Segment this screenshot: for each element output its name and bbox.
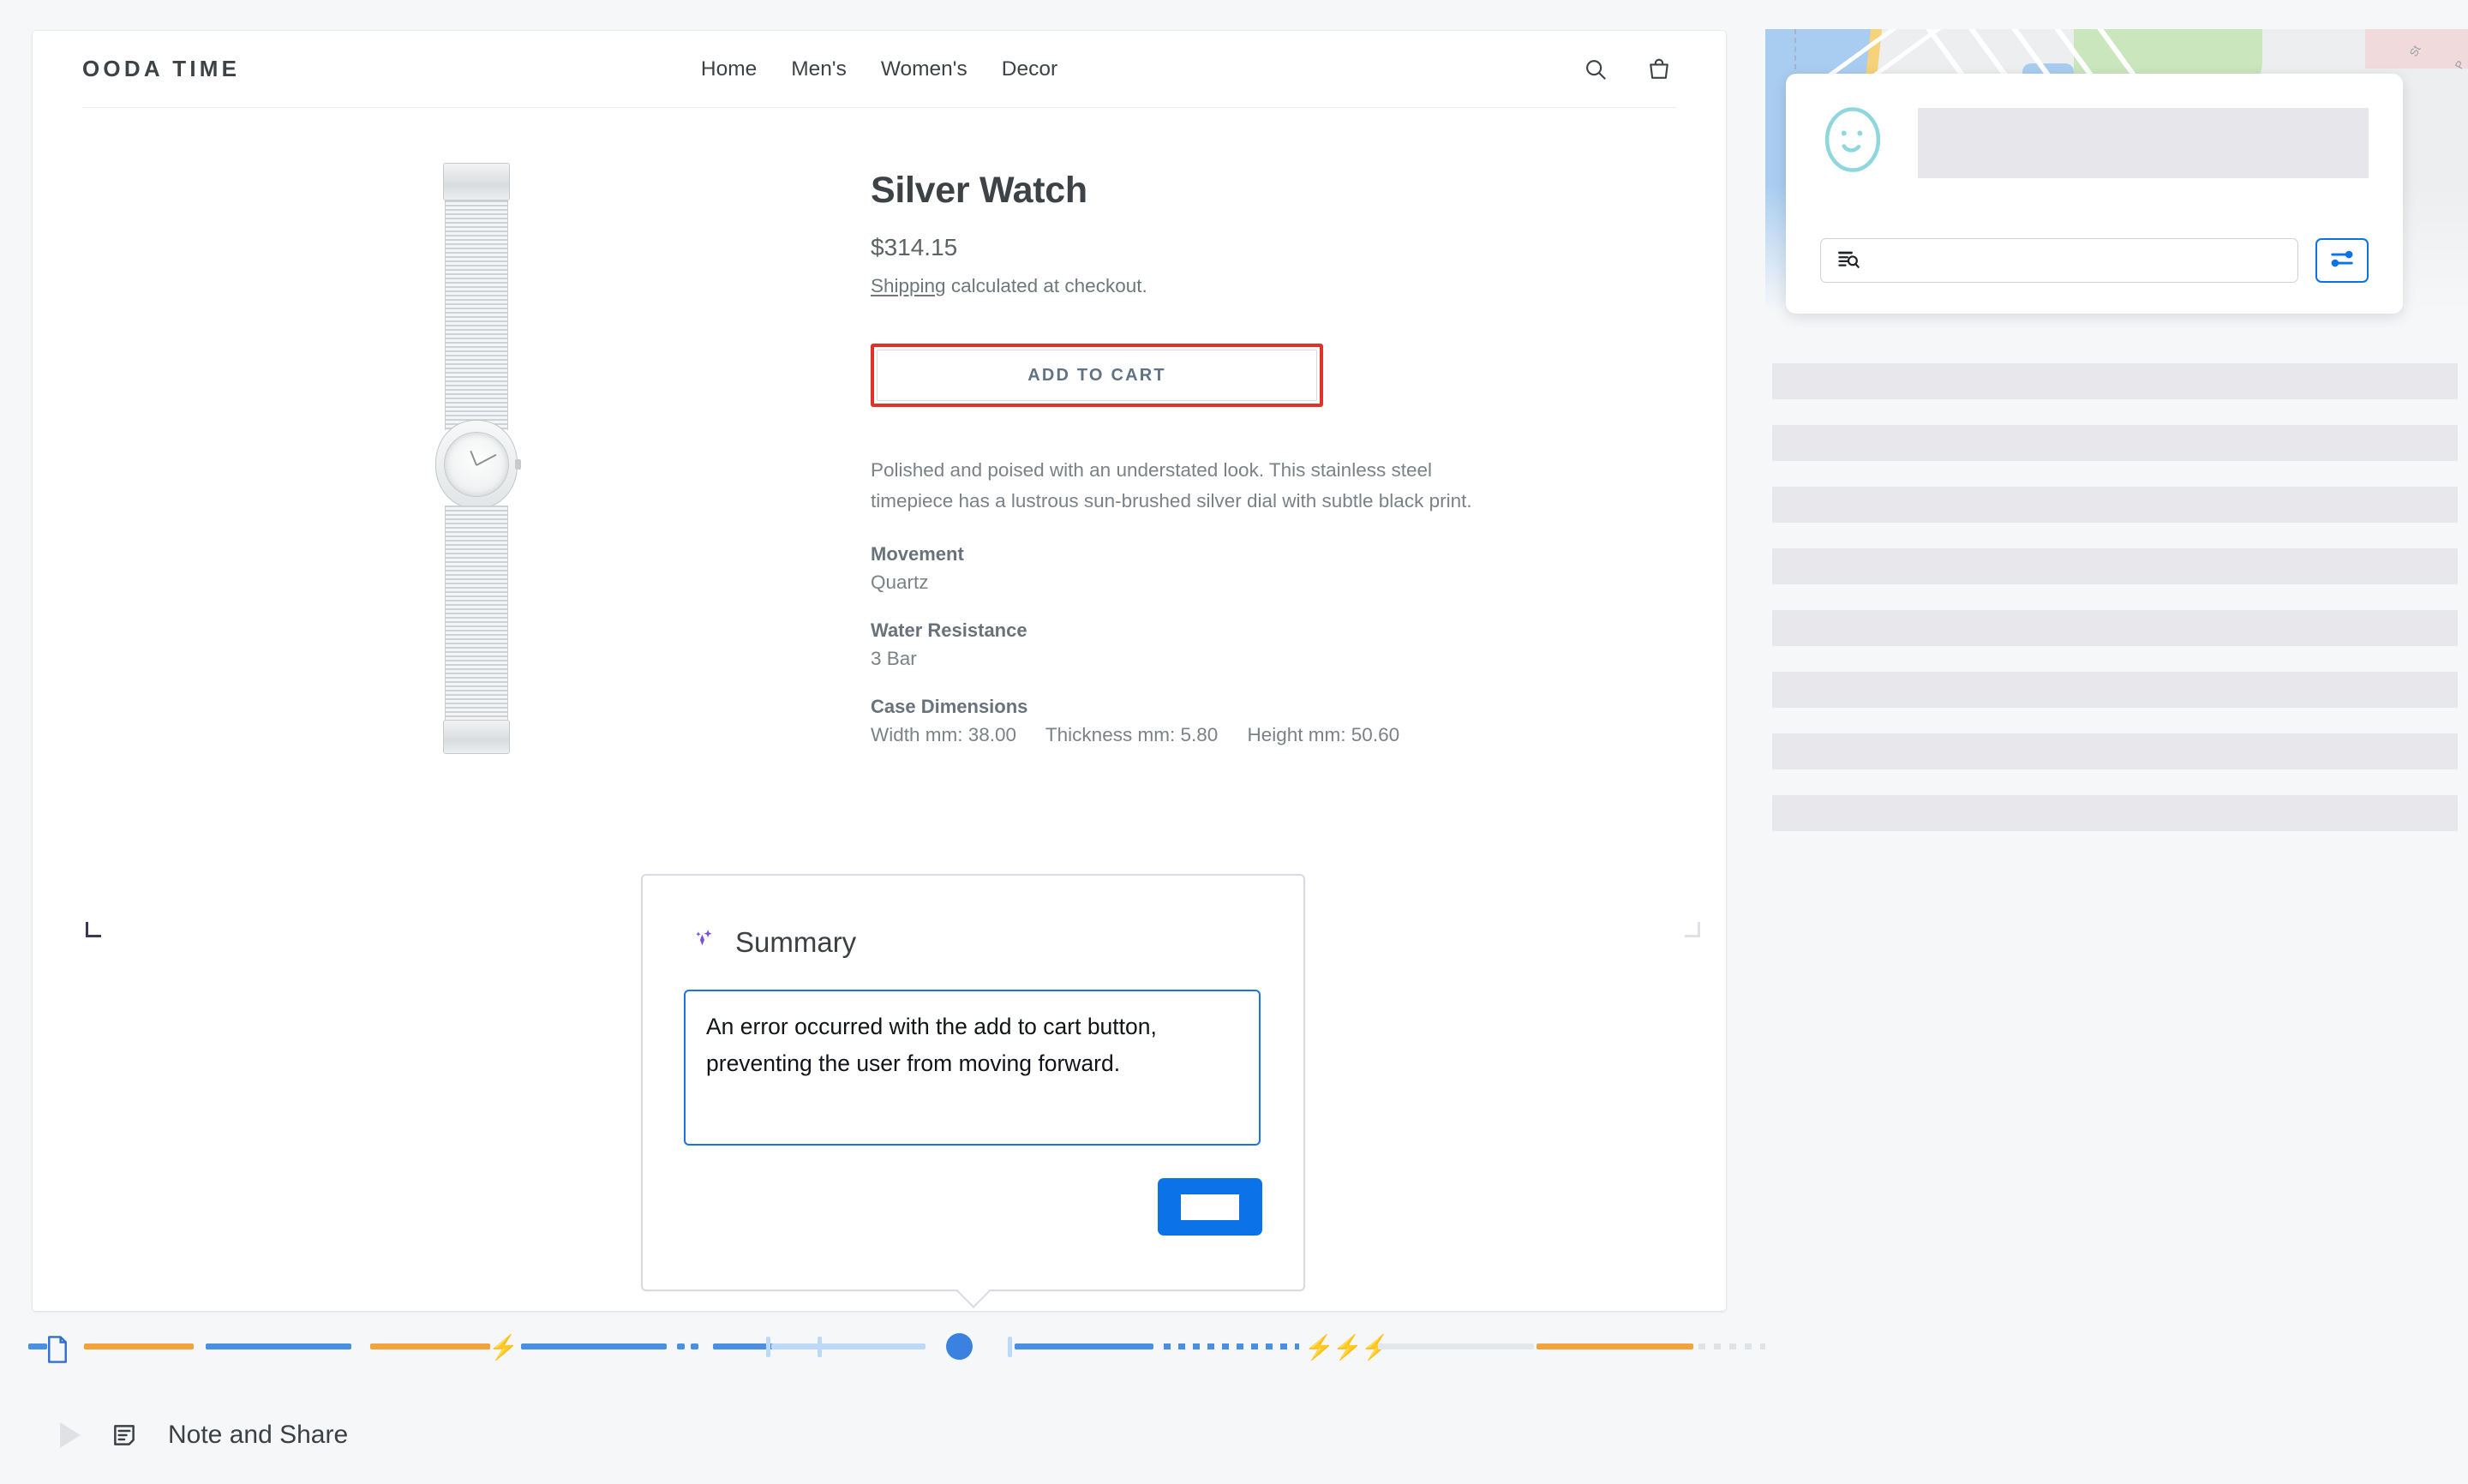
spec-value: Quartz xyxy=(871,571,1642,594)
search-icon[interactable] xyxy=(1578,52,1613,87)
list-item[interactable] xyxy=(1772,733,2458,769)
selection-corner-marker-right xyxy=(1685,922,1700,937)
nav-item-mens[interactable]: Men's xyxy=(791,57,847,81)
filter-sliders-icon xyxy=(2329,246,2355,276)
spec-value: Width mm: 38.00 Thickness mm: 5.80 Heigh… xyxy=(871,724,1642,746)
redacted-button-label xyxy=(1181,1194,1239,1220)
lightning-bolt-icon[interactable]: ⚡ xyxy=(1304,1336,1334,1360)
timeline-tick xyxy=(1008,1337,1012,1357)
timeline-segment[interactable] xyxy=(206,1343,351,1349)
header-actions xyxy=(1578,52,1676,87)
summary-header: Summary xyxy=(643,876,1303,959)
timeline-dotted-segment[interactable] xyxy=(1164,1343,1299,1349)
shipping-note: Shipping calculated at checkout. xyxy=(871,275,1642,297)
nav-item-home[interactable]: Home xyxy=(701,57,757,81)
filter-sliders-button[interactable] xyxy=(2315,238,2369,283)
redacted-panel-title xyxy=(1918,108,2369,178)
main-navigation: Home Men's Women's Decor xyxy=(701,57,1057,81)
product-price: $314.15 xyxy=(871,234,1642,261)
lightning-bolt-icon[interactable]: ⚡ xyxy=(1333,1336,1363,1360)
list-item[interactable] xyxy=(1772,363,2458,399)
selection-corner-marker-left xyxy=(86,922,101,937)
timeline-segment[interactable] xyxy=(84,1343,194,1349)
play-triangle-icon[interactable] xyxy=(60,1422,81,1448)
session-timeline[interactable]: ⚡ ⚡ ⚡ ⚡ xyxy=(0,1325,1765,1367)
dimension-width: Width mm: 38.00 xyxy=(871,724,1016,745)
dimension-thickness: Thickness mm: 5.80 xyxy=(1045,724,1218,745)
timeline-segment[interactable] xyxy=(677,1343,685,1349)
spec-label: Water Resistance xyxy=(871,619,1642,642)
shipping-link[interactable]: Shipping xyxy=(871,275,946,296)
shipping-note-text: calculated at checkout. xyxy=(946,275,1147,296)
add-to-cart-highlight: ADD TO CART xyxy=(871,344,1323,407)
nav-item-decor[interactable]: Decor xyxy=(1002,57,1057,81)
sparkle-icon xyxy=(691,925,720,959)
timeline-segment[interactable] xyxy=(1015,1343,1153,1349)
dimension-height: Height mm: 50.60 xyxy=(1248,724,1400,745)
list-search-icon xyxy=(1836,247,1860,275)
nav-item-womens[interactable]: Women's xyxy=(881,57,967,81)
timeline-segment[interactable] xyxy=(691,1343,698,1349)
timeline-segment[interactable] xyxy=(771,1343,926,1349)
lightning-bolt-icon[interactable]: ⚡ xyxy=(488,1336,518,1360)
panel-footer xyxy=(1820,238,2369,283)
site-logo[interactable]: OODA TIME xyxy=(82,56,240,82)
shopping-bag-icon[interactable] xyxy=(1642,52,1676,87)
product-description: Polished and poised with an understated … xyxy=(871,455,1479,518)
product-section: Silver Watch $314.15 Shipping calculated… xyxy=(33,108,1726,754)
list-item[interactable] xyxy=(1772,548,2458,584)
note-and-share-bar: Note and Share xyxy=(0,1388,1765,1482)
summary-text-field[interactable]: An error occurred with the add to cart b… xyxy=(684,990,1261,1146)
product-gallery xyxy=(82,163,871,754)
list-item[interactable] xyxy=(1772,795,2458,831)
floating-panel xyxy=(1786,74,2403,314)
spec-water-resistance: Water Resistance 3 Bar xyxy=(871,619,1642,670)
timeline-segment[interactable] xyxy=(370,1343,490,1349)
list-item[interactable] xyxy=(1772,487,2458,523)
list-item[interactable] xyxy=(1772,425,2458,461)
spec-label: Case Dimensions xyxy=(871,696,1642,718)
panel-header xyxy=(1820,103,2369,178)
spec-value: 3 Bar xyxy=(871,648,1642,670)
timeline-playhead[interactable] xyxy=(946,1333,973,1360)
right-pane: St P xyxy=(1765,29,2468,1371)
timeline-segment[interactable] xyxy=(521,1343,667,1349)
spec-case-dimensions: Case Dimensions Width mm: 38.00 Thicknes… xyxy=(871,696,1642,746)
watch-crown xyxy=(515,459,521,470)
watch-dial xyxy=(444,432,509,497)
summary-title: Summary xyxy=(735,926,856,959)
list-item[interactable] xyxy=(1772,610,2458,646)
watch-case xyxy=(435,420,518,509)
timeline-dotted-segment[interactable] xyxy=(1698,1343,1765,1349)
spec-movement: Movement Quartz xyxy=(871,543,1642,594)
note-icon xyxy=(111,1422,137,1448)
product-details: Silver Watch $314.15 Shipping calculated… xyxy=(871,163,1642,754)
timeline-segment[interactable] xyxy=(1537,1343,1693,1349)
summary-submit-button[interactable] xyxy=(1158,1178,1262,1236)
search-input[interactable] xyxy=(1820,238,2298,283)
list-item[interactable] xyxy=(1772,672,2458,708)
watch-band-top xyxy=(445,200,508,430)
document-icon[interactable] xyxy=(45,1335,70,1368)
smiley-face-avatar-icon[interactable] xyxy=(1820,103,1885,177)
product-image[interactable] xyxy=(435,163,518,754)
summary-popover: Summary An error occurred with the add t… xyxy=(641,874,1305,1291)
product-title: Silver Watch xyxy=(871,170,1642,212)
spec-label: Movement xyxy=(871,543,1642,565)
site-header: OODA TIME Home Men's Women's Decor xyxy=(82,31,1676,108)
note-and-share-label[interactable]: Note and Share xyxy=(168,1421,348,1450)
skeleton-list xyxy=(1772,363,2458,857)
watch-clasp-top xyxy=(443,163,510,200)
timeline-tick xyxy=(766,1337,770,1357)
timeline-segment[interactable] xyxy=(1378,1343,1534,1349)
summary-actions xyxy=(643,1146,1303,1236)
add-to-cart-button[interactable]: ADD TO CART xyxy=(877,350,1317,401)
watch-clasp-bottom xyxy=(443,720,510,754)
timeline-segment[interactable] xyxy=(28,1343,47,1349)
watch-band-bottom xyxy=(445,506,508,735)
